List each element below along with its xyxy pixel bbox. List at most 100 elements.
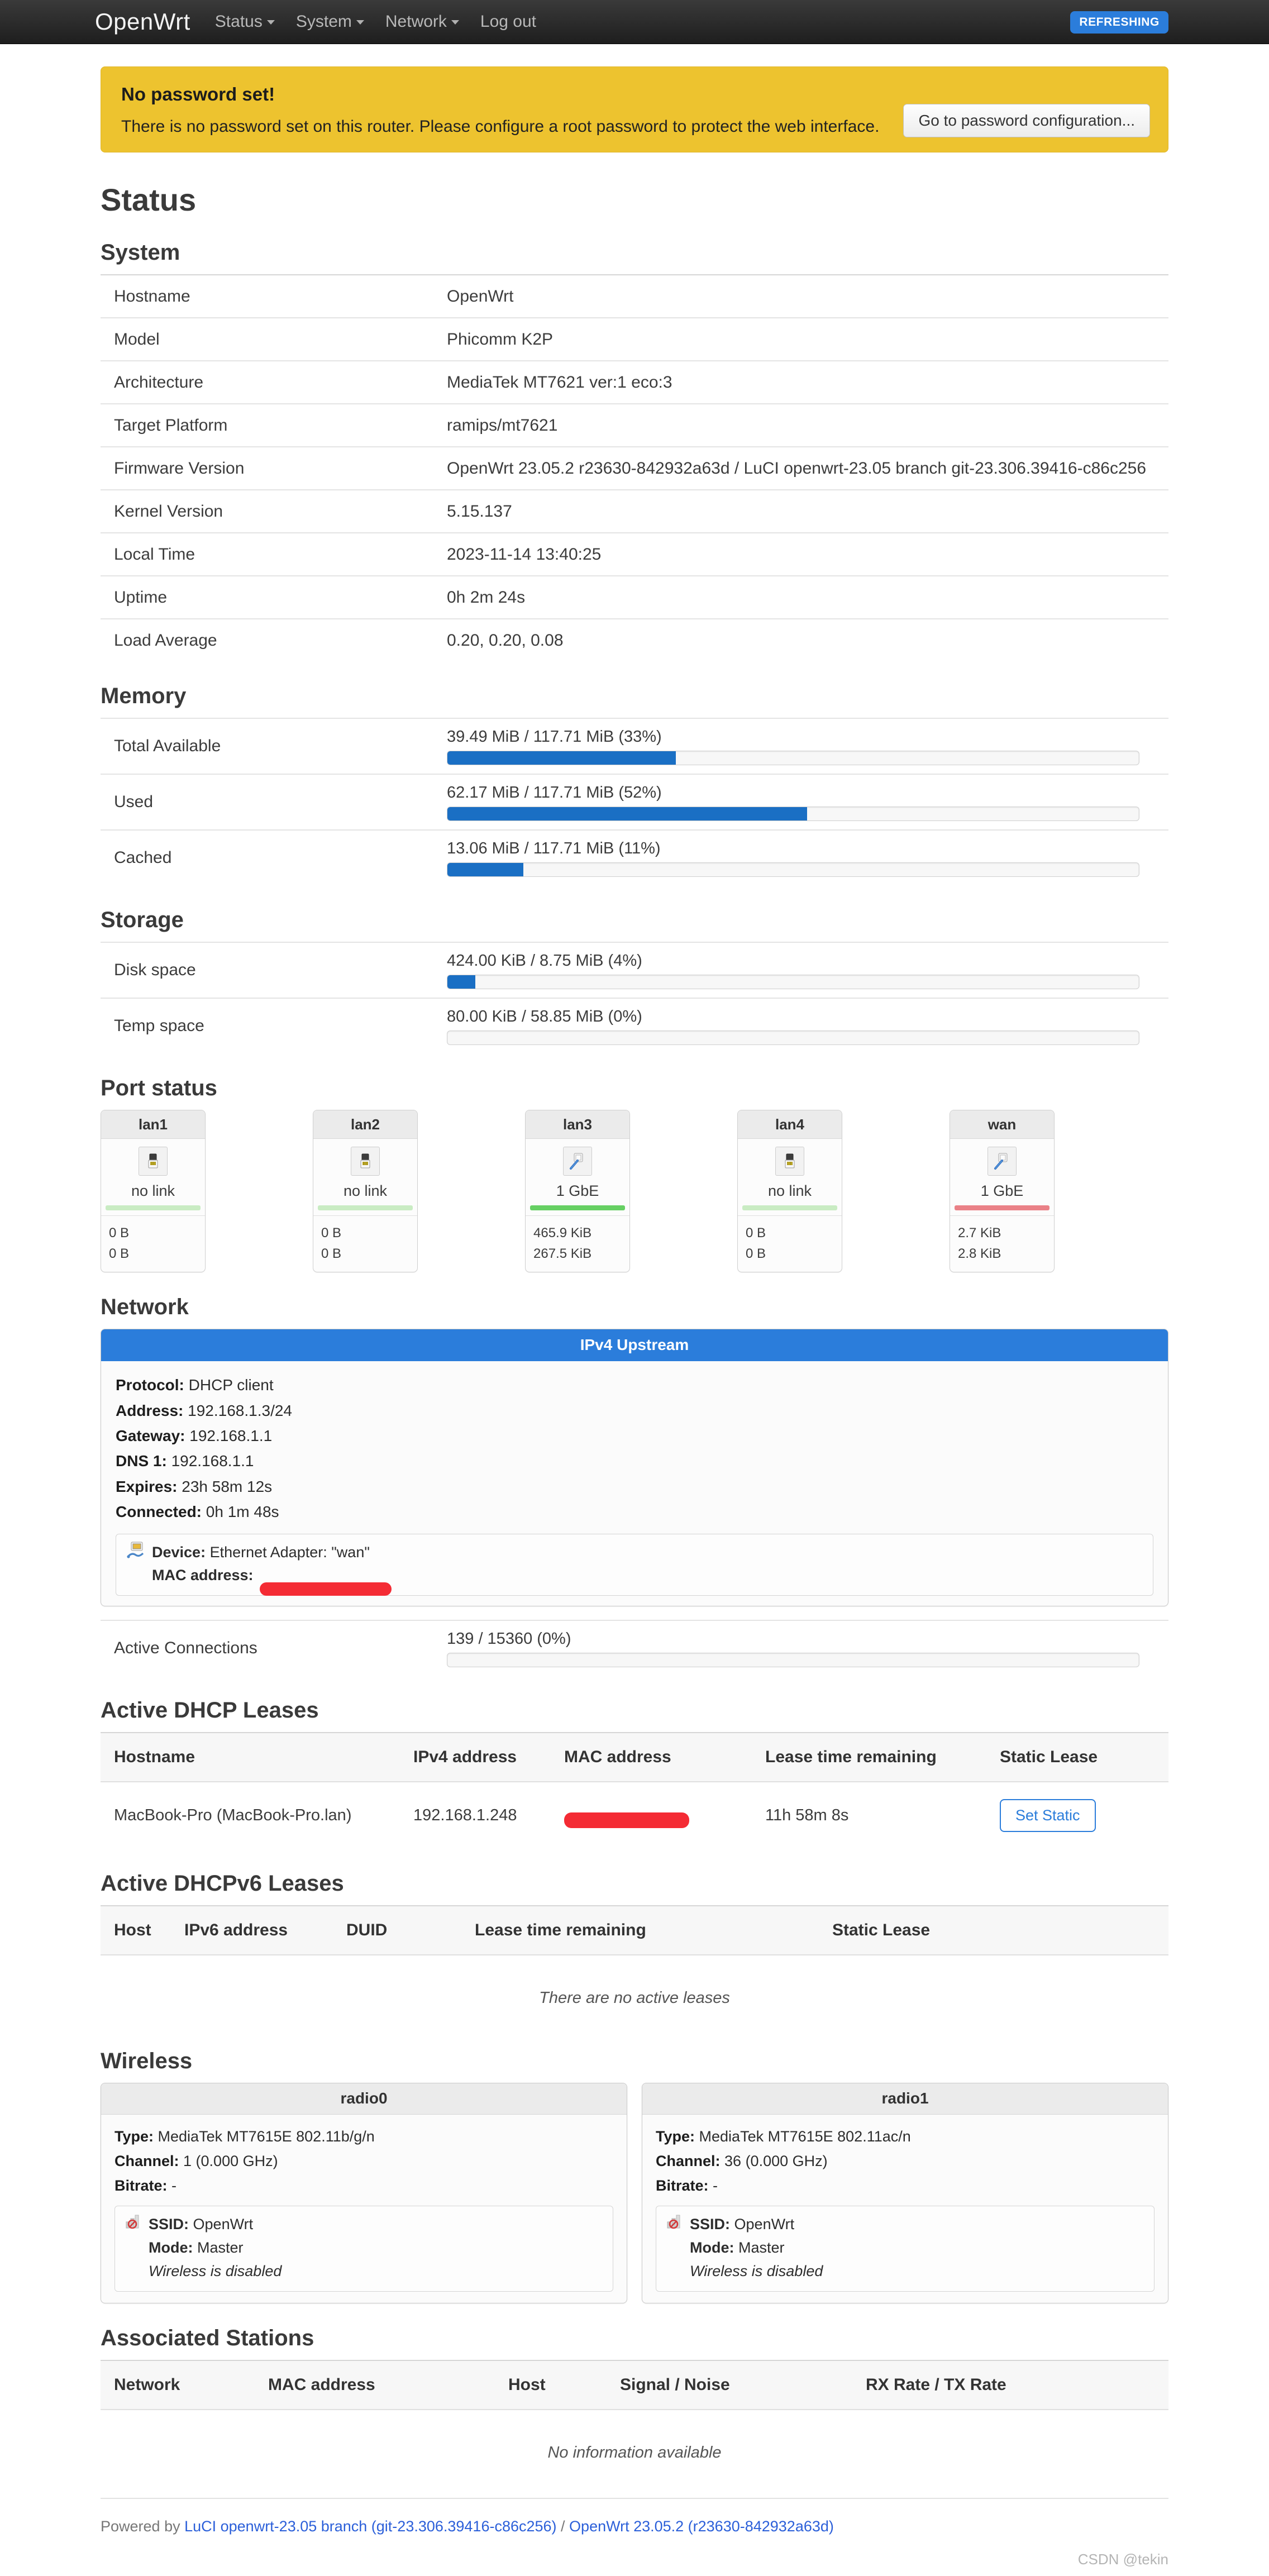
radio1-ssid-line: SSID: OpenWrt <box>690 2213 823 2236</box>
progress-label: 424.00 KiB / 8.75 MiB (4%) <box>447 951 642 970</box>
associated-stations-section-heading: Associated Stations <box>101 2325 314 2350</box>
cell-static-lease: Set Static <box>1000 1782 1168 1849</box>
row-key: Temp space <box>114 1017 204 1035</box>
table-row: Uptime 0h 2m 24s <box>101 575 1168 618</box>
column-header-rx-tx-rate: RX Rate / TX Rate <box>866 2359 1168 2410</box>
progress-label: 13.06 MiB / 117.71 MiB (11%) <box>447 839 661 857</box>
page-title: Status <box>101 182 197 217</box>
port-box-lan3[interactable]: lan3 1 GbE 465.9 KiB 267.5 KiB <box>525 1110 630 1273</box>
ethernet-unplugged-icon <box>775 1147 804 1176</box>
column-header-ipv4: IPv4 address <box>413 1732 564 1783</box>
upstream-address-value: 192.168.1.3/24 <box>188 1401 292 1419</box>
radio1-ssid-box: SSID: OpenWrt Mode: Master Wireless is d… <box>656 2206 1154 2292</box>
dhcpv6-empty-message: There are no active leases <box>539 1989 730 2007</box>
row-key: Cached <box>114 848 172 867</box>
radio0-ssid-box: SSID: OpenWrt Mode: Master Wireless is d… <box>115 2206 613 2292</box>
port-status-list: lan1 no link 0 B0 B lan2 no link 0 B0 B lan3… <box>101 1110 1168 1273</box>
dhcpv6-leases-section-heading: Active DHCPv6 Leases <box>101 1871 344 1896</box>
radio0-mode-value: Master <box>197 2239 244 2257</box>
radio1-bitrate-label: Bitrate: <box>656 2177 709 2194</box>
go-to-password-configuration-button[interactable]: Go to password configuration... <box>903 104 1150 137</box>
port-traffic-lan4: 0 B0 B <box>738 1215 842 1272</box>
nav-item-status[interactable]: Status <box>215 12 275 31</box>
port-name-lan1: lan1 <box>101 1110 205 1139</box>
nav-item-logout[interactable]: Log out <box>480 12 536 31</box>
dhcpv6-leases-table: Host IPv6 address DUID Lease time remain… <box>101 1905 1168 1956</box>
port-name-lan3: lan3 <box>526 1110 629 1139</box>
port-rx-lan2: 0 B <box>321 1225 342 1241</box>
wifi-disabled-icon <box>125 2213 142 2234</box>
row-value: 0h 2m 24s <box>447 588 526 607</box>
column-header-host: Host <box>508 2359 620 2410</box>
memory-used-progressbar <box>447 806 1139 821</box>
port-box-lan4[interactable]: lan4 no link 0 B0 B <box>737 1110 842 1273</box>
row-key: Model <box>114 330 160 349</box>
port-slot-lan1: lan1 no link 0 B0 B <box>101 1110 313 1273</box>
table-row: Model Phicomm K2P <box>101 317 1168 360</box>
progress-label: 39.49 MiB / 117.71 MiB (33%) <box>447 727 662 746</box>
radio0-bitrate-value: - <box>171 2177 177 2194</box>
port-accent-lan4 <box>742 1205 837 1210</box>
port-accent-lan1 <box>106 1205 201 1210</box>
radio1-type-line: Type: MediaTek MT7615E 802.11ac/n <box>656 2125 1154 2149</box>
port-rx-lan3: 465.9 KiB <box>533 1225 592 1241</box>
table-row: Load Average 0.20, 0.20, 0.08 <box>101 618 1168 661</box>
upstream-connected-label: Connected: <box>116 1503 202 1521</box>
port-tx-lan1: 0 B <box>109 1246 130 1262</box>
port-traffic-lan2: 0 B0 B <box>313 1215 417 1272</box>
radio0-mode-line: Mode: Master <box>149 2236 282 2260</box>
table-row: Used 62.17 MiB / 117.71 MiB (52%) <box>101 774 1168 829</box>
nav-item-status-label: Status <box>214 12 263 31</box>
column-header-ipv6: IPv6 address <box>184 1905 346 1956</box>
nav-item-network[interactable]: Network <box>385 12 459 31</box>
upstream-protocol-value: DHCP client <box>188 1376 274 1394</box>
row-value: 5.15.137 <box>447 502 512 521</box>
refreshing-status-badge[interactable]: REFRESHING <box>1070 11 1168 34</box>
memory-table: Total Available 39.49 MiB / 117.71 MiB (… <box>101 718 1168 885</box>
row-key: Load Average <box>114 631 217 650</box>
table-row: Hostname OpenWrt <box>101 274 1168 317</box>
nav-item-system[interactable]: System <box>296 12 364 31</box>
footer-luci-link[interactable]: LuCI openwrt-23.05 branch (git-23.306.39… <box>184 2518 556 2535</box>
upstream-dns1-value: 192.168.1.1 <box>171 1452 254 1470</box>
port-box-lan1[interactable]: lan1 no link 0 B0 B <box>101 1110 206 1273</box>
watermark-text: CSDN @tekin <box>1077 2550 1168 2568</box>
no-password-warning-banner: No password set! There is no password se… <box>101 66 1168 152</box>
row-value: OpenWrt <box>447 287 514 306</box>
upstream-dns1-label: DNS 1: <box>116 1452 167 1470</box>
table-row: Target Platform ramips/mt7621 <box>101 403 1168 446</box>
wifi-disabled-icon <box>666 2213 683 2234</box>
set-static-button[interactable]: Set Static <box>1000 1799 1096 1833</box>
openwrt-logo[interactable]: OpenWrt <box>95 8 190 35</box>
row-key: Uptime <box>114 588 168 607</box>
upstream-gateway-line: Gateway: 192.168.1.1 <box>116 1423 1153 1448</box>
progress-label: 80.00 KiB / 58.85 MiB (0%) <box>447 1007 642 1025</box>
port-accent-wan <box>955 1205 1049 1210</box>
column-header-static-lease: Static Lease <box>1000 1732 1168 1783</box>
upstream-expires-label: Expires: <box>116 1477 178 1495</box>
radio1-type-value: MediaTek MT7615E 802.11ac/n <box>699 2128 911 2145</box>
progress-label: 139 / 15360 (0%) <box>447 1629 571 1648</box>
port-speed-lan3: 1 GbE <box>556 1182 599 1199</box>
port-traffic-wan: 2.7 KiB 2.8 KiB <box>950 1215 1054 1272</box>
radio0-channel-line: Channel: 1 (0.000 GHz) <box>115 2149 613 2174</box>
radio0-status: Wireless is disabled <box>149 2263 282 2280</box>
radio0-title: radio0 <box>101 2083 627 2115</box>
port-box-wan[interactable]: wan 1 GbE 2.7 KiB 2.8 KiB <box>950 1110 1055 1273</box>
port-accent-lan2 <box>318 1205 413 1210</box>
row-key: Total Available <box>114 737 221 755</box>
port-box-lan2[interactable]: lan2 no link 0 B0 B <box>313 1110 418 1273</box>
chevron-down-icon <box>356 20 364 25</box>
system-table: Hostname OpenWrt Model Phicomm K2P Archi… <box>101 274 1168 661</box>
associated-stations-empty-message: No information available <box>547 2443 722 2461</box>
column-header-network: Network <box>101 2359 268 2410</box>
port-slot-lan2: lan2 no link 0 B0 B <box>313 1110 525 1273</box>
radio0-bitrate-line: Bitrate: - <box>115 2174 613 2198</box>
dhcp-leases-table: Hostname IPv4 address MAC address Lease … <box>101 1732 1168 1849</box>
port-tx-wan: 2.8 KiB <box>958 1246 1001 1262</box>
wan-device-box: Device: Ethernet Adapter: "wan" MAC addr… <box>116 1533 1153 1596</box>
radio1-channel-value: 36 (0.000 GHz) <box>724 2152 828 2169</box>
radio0-type-line: Type: MediaTek MT7615E 802.11b/g/n <box>115 2125 613 2149</box>
mac-address-line: MAC address: <box>152 1564 392 1596</box>
footer-openwrt-link[interactable]: OpenWrt 23.05.2 (r23630-842932a63d) <box>569 2518 834 2535</box>
